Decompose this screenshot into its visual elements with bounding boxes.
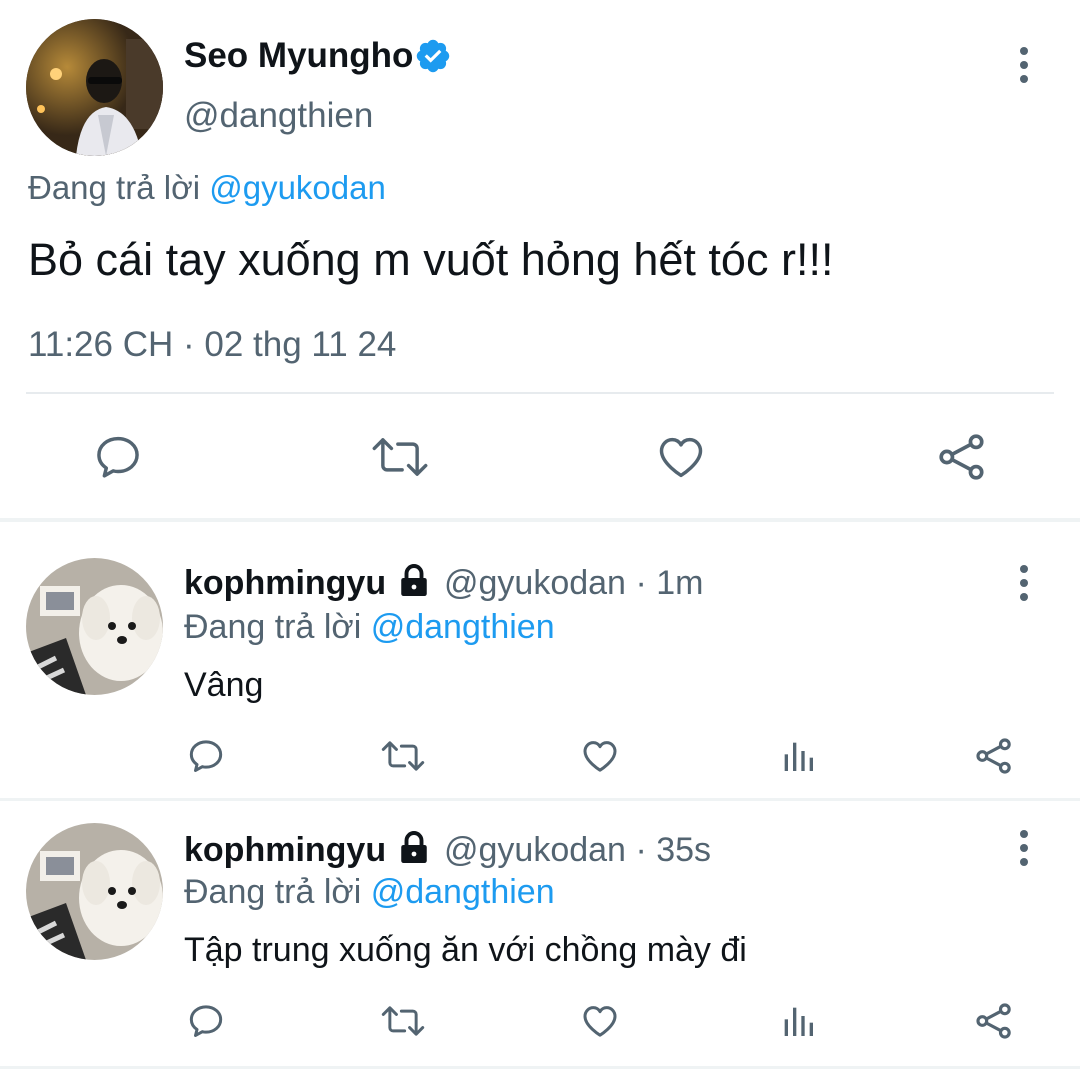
avatar[interactable]: [26, 19, 163, 156]
tweet-time[interactable]: · 35s: [635, 831, 711, 869]
tweet-timestamp[interactable]: 11:26 CH · 02 thg 11 24: [28, 325, 396, 365]
handle[interactable]: @gyukodan: [444, 564, 626, 602]
handle[interactable]: @gyukodan: [444, 831, 626, 869]
retweet-icon[interactable]: [380, 736, 426, 776]
tweet-meta: @gyukodan · 1m: [444, 564, 703, 603]
reply-prefix: Đang trả lời: [184, 873, 362, 911]
display-name[interactable]: kophmingyu: [184, 831, 386, 870]
reply-icon[interactable]: [92, 431, 144, 483]
share-icon[interactable]: [974, 736, 1014, 776]
handle[interactable]: @dangthien: [184, 96, 373, 136]
analytics-icon[interactable]: [778, 736, 818, 776]
avatar[interactable]: [26, 558, 163, 695]
list-item[interactable]: kophmingyu @gyukodan · 1m Đang trả lời @…: [0, 522, 1080, 798]
lock-icon: [396, 829, 432, 867]
tweet-text: Vâng: [184, 666, 264, 704]
share-icon[interactable]: [974, 1001, 1014, 1041]
lock-icon: [396, 562, 432, 600]
tweet-meta: @gyukodan · 35s: [444, 831, 711, 870]
more-options-icon[interactable]: [1018, 565, 1030, 601]
like-icon[interactable]: [580, 736, 620, 776]
analytics-icon[interactable]: [778, 1001, 818, 1041]
reply-icon[interactable]: [186, 736, 226, 776]
more-options-icon[interactable]: [1018, 830, 1030, 866]
tweet-text: Bỏ cái tay xuống m vuốt hỏng hết tóc r!!…: [28, 234, 834, 285]
replying-to: Đang trả lời @dangthien: [184, 608, 555, 647]
mention-link[interactable]: @dangthien: [371, 608, 555, 646]
replying-to: Đang trả lời @gyukodan: [28, 169, 386, 207]
more-options-icon[interactable]: [1018, 47, 1030, 83]
display-name[interactable]: kophmingyu: [184, 564, 386, 603]
tweet-text: Tập trung xuống ăn với chồng mày đi: [184, 931, 747, 969]
reply-prefix: Đang trả lời: [28, 169, 201, 206]
divider: [26, 392, 1054, 394]
display-name[interactable]: Seo Myungho: [184, 36, 413, 76]
reply-prefix: Đang trả lời: [184, 608, 362, 646]
avatar[interactable]: [26, 823, 163, 960]
mention-link[interactable]: @dangthien: [371, 873, 555, 911]
retweet-icon[interactable]: [380, 1001, 426, 1041]
tweet-time[interactable]: · 1m: [635, 564, 703, 602]
main-tweet: Seo Myungho @dangthien Đang trả lời @gyu…: [0, 0, 1080, 518]
reply-icon[interactable]: [186, 1001, 226, 1041]
retweet-icon[interactable]: [370, 431, 430, 483]
replying-to: Đang trả lời @dangthien: [184, 873, 555, 912]
verified-badge-icon: [414, 37, 452, 75]
share-icon[interactable]: [936, 431, 988, 483]
list-item[interactable]: kophmingyu @gyukodan · 35s Đang trả lời …: [0, 801, 1080, 1077]
section-divider: [0, 1066, 1080, 1069]
mention-link[interactable]: @gyukodan: [209, 169, 386, 206]
like-icon[interactable]: [655, 431, 707, 483]
like-icon[interactable]: [580, 1001, 620, 1041]
